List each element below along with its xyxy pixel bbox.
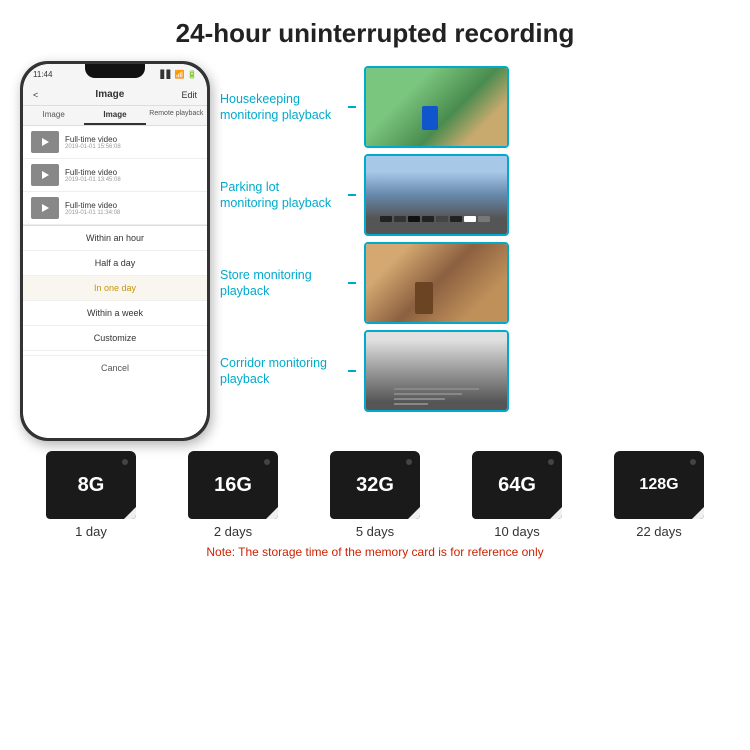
connector-housekeeping bbox=[348, 106, 356, 108]
sd-card-32g: 32G bbox=[330, 451, 420, 519]
storage-card-128g: 128G 22 days bbox=[614, 451, 704, 539]
phone-item-title-2: Full-time video bbox=[65, 168, 121, 177]
phone-item-text-3: Full-time video 2019-01-01 11:34:08 bbox=[65, 201, 120, 216]
phone-notch bbox=[85, 64, 145, 78]
sd-notch-128g bbox=[690, 459, 696, 465]
storage-section: 8G 1 day 16G 2 days 32G 5 days bbox=[0, 441, 750, 559]
parking-img-bg bbox=[366, 156, 507, 234]
dropdown-item-3[interactable]: In one day bbox=[23, 276, 207, 301]
phone-list-item-1: Full-time video 2019-01-01 15:56:08 bbox=[23, 126, 207, 159]
parking-label: Parking lotmonitoring playback bbox=[220, 179, 340, 212]
store-label: Store monitoringplayback bbox=[220, 267, 340, 300]
storage-day-32g: 5 days bbox=[356, 524, 394, 539]
play-icon-3 bbox=[42, 204, 49, 212]
page: 24-hour uninterrupted recording 11:44 ▋▋… bbox=[0, 0, 750, 750]
play-icon-1 bbox=[42, 138, 49, 146]
phone-icons: ▋▋ 📶 🔋 bbox=[160, 70, 197, 79]
phone-nav-bar: < Image Edit bbox=[23, 84, 207, 106]
phone-tab-image[interactable]: Image bbox=[23, 106, 84, 125]
play-icon-2 bbox=[42, 171, 49, 179]
sd-label-8g: 8G bbox=[78, 474, 105, 497]
right-side: Housekeepingmonitoring playback Parking … bbox=[220, 61, 730, 441]
storage-day-128g: 22 days bbox=[636, 524, 682, 539]
connector-parking bbox=[348, 194, 356, 196]
store-image bbox=[364, 242, 509, 324]
corridor-label: Corridor monitoringplayback bbox=[220, 355, 340, 388]
phone-edit[interactable]: Edit bbox=[181, 90, 197, 100]
phone-mockup: 11:44 ▋▋ 📶 🔋 < Image Edit Image Image Re… bbox=[20, 61, 210, 441]
monitoring-row-housekeeping: Housekeepingmonitoring playback bbox=[220, 66, 730, 148]
phone-dropdown: Within an hour Half a day In one day Wit… bbox=[23, 225, 207, 438]
housekeeping-image bbox=[364, 66, 509, 148]
phone-item-date-3: 2019-01-01 11:34:08 bbox=[65, 210, 120, 216]
phone-thumb-2 bbox=[31, 164, 59, 186]
phone-item-title-1: Full-time video bbox=[65, 135, 121, 144]
storage-card-8g: 8G 1 day bbox=[46, 451, 136, 539]
phone-list-item-2: Full-time video 2019-01-01 13:45:08 bbox=[23, 159, 207, 192]
sd-label-32g: 32G bbox=[356, 474, 394, 497]
monitoring-row-parking: Parking lotmonitoring playback bbox=[220, 154, 730, 236]
phone-thumb-3 bbox=[31, 197, 59, 219]
sd-card-16g: 16G bbox=[188, 451, 278, 519]
phone-back[interactable]: < bbox=[33, 90, 38, 100]
dropdown-item-2[interactable]: Half a day bbox=[23, 251, 207, 276]
sd-label-64g: 64G bbox=[498, 474, 536, 497]
corridor-img-bg bbox=[366, 332, 507, 410]
storage-day-64g: 10 days bbox=[494, 524, 540, 539]
phone-item-date-2: 2019-01-01 13:45:08 bbox=[65, 177, 121, 183]
dropdown-item-4[interactable]: Within a week bbox=[23, 301, 207, 326]
phone-tabs: Image Image Remote playback bbox=[23, 106, 207, 126]
note-text: Note: The storage time of the memory car… bbox=[20, 545, 730, 559]
sd-card-8g: 8G bbox=[46, 451, 136, 519]
phone-item-text-1: Full-time video 2019-01-01 15:56:08 bbox=[65, 135, 121, 150]
child-figure bbox=[422, 106, 438, 130]
parking-image bbox=[364, 154, 509, 236]
sd-notch-64g bbox=[548, 459, 554, 465]
monitoring-row-store: Store monitoringplayback bbox=[220, 242, 730, 324]
storage-card-16g: 16G 2 days bbox=[188, 451, 278, 539]
main-content: 11:44 ▋▋ 📶 🔋 < Image Edit Image Image Re… bbox=[0, 61, 750, 441]
monitoring-row-corridor: Corridor monitoringplayback bbox=[220, 330, 730, 412]
housekeeping-img-bg bbox=[366, 68, 507, 146]
phone-screen: 11:44 ▋▋ 📶 🔋 < Image Edit Image Image Re… bbox=[23, 64, 207, 438]
storage-card-64g: 64G 10 days bbox=[472, 451, 562, 539]
phone-thumb-1 bbox=[31, 131, 59, 153]
phone-nav-title: Image bbox=[95, 89, 124, 100]
store-img-bg bbox=[366, 244, 507, 322]
phone-list-item-3: Full-time video 2019-01-01 11:34:08 bbox=[23, 192, 207, 225]
connector-store bbox=[348, 282, 356, 284]
phone-item-text-2: Full-time video 2019-01-01 13:45:08 bbox=[65, 168, 121, 183]
phone-time: 11:44 bbox=[33, 70, 52, 79]
connector-corridor bbox=[348, 370, 356, 372]
dropdown-item-5[interactable]: Customize bbox=[23, 326, 207, 351]
storage-card-32g: 32G 5 days bbox=[330, 451, 420, 539]
sd-notch-16g bbox=[264, 459, 270, 465]
phone-item-date-1: 2019-01-01 15:56:08 bbox=[65, 144, 121, 150]
storage-day-16g: 2 days bbox=[214, 524, 252, 539]
page-title: 24-hour uninterrupted recording bbox=[176, 18, 575, 49]
phone-container: 11:44 ▋▋ 📶 🔋 < Image Edit Image Image Re… bbox=[20, 61, 210, 441]
storage-cards: 8G 1 day 16G 2 days 32G 5 days bbox=[20, 451, 730, 539]
housekeeping-label: Housekeepingmonitoring playback bbox=[220, 91, 340, 124]
sd-notch-32g bbox=[406, 459, 412, 465]
phone-cancel-button[interactable]: Cancel bbox=[23, 355, 207, 380]
dropdown-item-1[interactable]: Within an hour bbox=[23, 226, 207, 251]
phone-item-title-3: Full-time video bbox=[65, 201, 120, 210]
sd-card-128g: 128G bbox=[614, 451, 704, 519]
sd-label-16g: 16G bbox=[214, 474, 252, 497]
phone-tab-image2[interactable]: Image bbox=[84, 106, 145, 125]
corridor-image bbox=[364, 330, 509, 412]
sd-notch-8g bbox=[122, 459, 128, 465]
sd-label-128g: 128G bbox=[639, 476, 678, 494]
sd-card-64g: 64G bbox=[472, 451, 562, 519]
storage-day-8g: 1 day bbox=[75, 524, 107, 539]
phone-tab-remote[interactable]: Remote playback bbox=[146, 106, 207, 125]
